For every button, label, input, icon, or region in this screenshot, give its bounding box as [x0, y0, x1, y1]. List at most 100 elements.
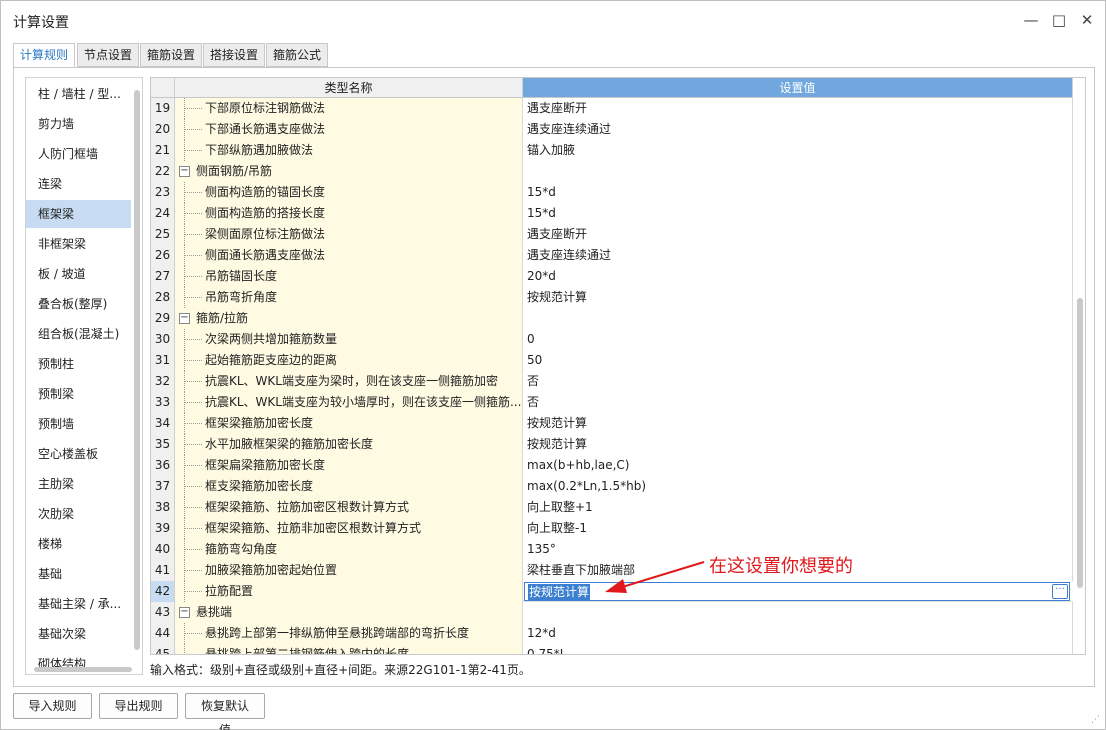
table-row[interactable]: 32 抗震KL、WKL端支座为梁时，则在该支座一侧箍筋加密 否 — [151, 371, 1073, 392]
sidebar-item[interactable]: 基础次梁 — [26, 620, 131, 648]
header-setting-value[interactable]: 设置值 — [523, 78, 1073, 98]
table-row[interactable]: 40 箍筋弯勾角度 135° — [151, 539, 1073, 560]
sidebar-item[interactable]: 预制柱 — [26, 350, 131, 378]
collapse-icon[interactable]: − — [179, 313, 190, 324]
row-setting-value[interactable] — [523, 602, 1073, 623]
table-row[interactable]: 42 拉筋配置 按规范计算 ··· — [151, 581, 1073, 602]
row-type-name[interactable]: 水平加腋框架梁的箍筋加密长度 — [175, 434, 523, 455]
row-type-name[interactable]: − 侧面钢筋/吊筋 — [175, 161, 523, 182]
sidebar-item[interactable]: 非框架梁 — [26, 230, 131, 258]
sidebar-item[interactable]: 预制墙 — [26, 410, 131, 438]
sidebar-item[interactable]: 连梁 — [26, 170, 131, 198]
row-setting-value[interactable]: 否 — [523, 371, 1073, 392]
tab-calc-rules[interactable]: 计算规则 — [13, 43, 76, 68]
table-row[interactable]: 34 框架梁箍筋加密长度 按规范计算 — [151, 413, 1073, 434]
row-type-name[interactable]: 悬挑跨上部第二排钢筋伸入跨内的长度 — [175, 644, 523, 654]
table-row[interactable]: 31 起始箍筋距支座边的距离 50 — [151, 350, 1073, 371]
tab-node-settings[interactable]: 节点设置 — [77, 43, 140, 67]
table-row[interactable]: 19 下部原位标注钢筋做法 遇支座断开 — [151, 98, 1073, 119]
row-type-name[interactable]: 框架梁箍筋、拉筋非加密区根数计算方式 — [175, 518, 523, 539]
row-type-name[interactable]: 框支梁箍筋加密长度 — [175, 476, 523, 497]
sidebar-item[interactable]: 基础 — [26, 560, 131, 588]
row-setting-value[interactable]: 按规范计算 — [523, 287, 1073, 308]
collapse-icon[interactable]: − — [179, 166, 190, 177]
row-type-name[interactable]: 框架梁箍筋、拉筋加密区根数计算方式 — [175, 497, 523, 518]
table-row[interactable]: 21 下部纵筋遇加腋做法 锚入加腋 — [151, 140, 1073, 161]
table-row[interactable]: 27 吊筋锚固长度 20*d — [151, 266, 1073, 287]
table-row[interactable]: 44 悬挑跨上部第一排纵筋伸至悬挑跨端部的弯折长度 12*d — [151, 623, 1073, 644]
table-row[interactable]: 28 吊筋弯折角度 按规范计算 — [151, 287, 1073, 308]
table-row[interactable]: 36 框架扁梁箍筋加密长度 max(b+hb,lae,C) — [151, 455, 1073, 476]
row-type-name[interactable]: 悬挑跨上部第一排纵筋伸至悬挑跨端部的弯折长度 — [175, 623, 523, 644]
row-type-name[interactable]: 梁侧面原位标注筋做法 — [175, 224, 523, 245]
row-type-name[interactable]: 抗震KL、WKL端支座为梁时，则在该支座一侧箍筋加密 — [175, 371, 523, 392]
minimize-icon[interactable]: — — [1019, 9, 1043, 31]
sidebar-item[interactable]: 叠合板(整厚) — [26, 290, 131, 318]
table-row[interactable]: 38 框架梁箍筋、拉筋加密区根数计算方式 向上取整+1 — [151, 497, 1073, 518]
group-row[interactable]: 22− 侧面钢筋/吊筋 — [151, 161, 1073, 182]
row-setting-value[interactable]: 按规范计算 — [523, 434, 1073, 455]
table-row[interactable]: 33 抗震KL、WKL端支座为较小墙厚时，则在该支座一侧箍筋... 否 — [151, 392, 1073, 413]
row-setting-value[interactable]: 遇支座连续通过 — [523, 245, 1073, 266]
row-setting-value[interactable]: max(b+hb,lae,C) — [523, 455, 1073, 476]
tab-lap-settings[interactable]: 搭接设置 — [203, 43, 266, 67]
row-setting-value[interactable]: 按规范计算 — [523, 413, 1073, 434]
table-row[interactable]: 20 下部通长筋遇支座做法 遇支座连续通过 — [151, 119, 1073, 140]
table-row[interactable]: 41 加腋梁箍筋加密起始位置 梁柱垂直下加腋端部 — [151, 560, 1073, 581]
sidebar-item[interactable]: 板 / 坡道 — [26, 260, 131, 288]
header-type-name[interactable]: 类型名称 — [175, 78, 523, 98]
row-setting-value[interactable]: 15*d — [523, 203, 1073, 224]
table-row[interactable]: 23 侧面构造筋的锚固长度 15*d — [151, 182, 1073, 203]
table-row[interactable]: 24 侧面构造筋的搭接长度 15*d — [151, 203, 1073, 224]
resize-grip-icon[interactable]: ⋰ — [1091, 715, 1101, 725]
sidebar-item[interactable]: 剪力墙 — [26, 110, 131, 138]
export-rules-button[interactable]: 导出规则 — [99, 693, 178, 719]
row-type-name[interactable]: 侧面构造筋的搭接长度 — [175, 203, 523, 224]
row-setting-value[interactable]: 0.75*L — [523, 644, 1073, 654]
sidebar-item[interactable]: 空心楼盖板 — [26, 440, 131, 468]
row-setting-value[interactable]: 遇支座断开 — [523, 98, 1073, 119]
row-type-name[interactable]: 侧面构造筋的锚固长度 — [175, 182, 523, 203]
table-row[interactable]: 35 水平加腋框架梁的箍筋加密长度 按规范计算 — [151, 434, 1073, 455]
sidebar-item[interactable]: 柱 / 墙柱 / 型... — [26, 80, 131, 108]
row-setting-value[interactable]: 50 — [523, 350, 1073, 371]
sidebar-item[interactable]: 组合板(混凝土) — [26, 320, 131, 348]
row-setting-value[interactable]: max(0.2*Ln,1.5*hb) — [523, 476, 1073, 497]
maximize-icon[interactable]: □ — [1047, 9, 1071, 31]
row-type-name[interactable]: 次梁两侧共增加箍筋数量 — [175, 329, 523, 350]
row-setting-value[interactable]: 0 — [523, 329, 1073, 350]
sidebar-hscrollbar[interactable] — [34, 667, 132, 672]
close-icon[interactable]: ✕ — [1075, 9, 1099, 31]
row-type-name[interactable]: 拉筋配置 — [175, 581, 523, 602]
table-row[interactable]: 25 梁侧面原位标注筋做法 遇支座断开 — [151, 224, 1073, 245]
row-setting-value[interactable]: 遇支座断开 — [523, 224, 1073, 245]
row-type-name[interactable]: − 悬挑端 — [175, 602, 523, 623]
sidebar-item[interactable]: 基础主梁 / 承... — [26, 590, 131, 618]
row-setting-value[interactable]: 锚入加腋 — [523, 140, 1073, 161]
row-setting-value[interactable]: 12*d — [523, 623, 1073, 644]
sidebar-scrollbar[interactable] — [134, 90, 140, 650]
row-type-name[interactable]: 侧面通长筋遇支座做法 — [175, 245, 523, 266]
import-rules-button[interactable]: 导入规则 — [13, 693, 92, 719]
row-type-name[interactable]: 起始箍筋距支座边的距离 — [175, 350, 523, 371]
row-type-name[interactable]: 加腋梁箍筋加密起始位置 — [175, 560, 523, 581]
row-setting-value[interactable]: 向上取整-1 — [523, 518, 1073, 539]
sidebar-item[interactable]: 主肋梁 — [26, 470, 131, 498]
row-type-name[interactable]: 吊筋弯折角度 — [175, 287, 523, 308]
tab-stirrup-formula[interactable]: 箍筋公式 — [266, 43, 329, 67]
value-editor[interactable]: 按规范计算 ··· — [524, 582, 1070, 601]
row-setting-value[interactable]: 遇支座连续通过 — [523, 119, 1073, 140]
sidebar-item[interactable]: 预制梁 — [26, 380, 131, 408]
row-type-name[interactable]: 箍筋弯勾角度 — [175, 539, 523, 560]
row-setting-value[interactable]: 20*d — [523, 266, 1073, 287]
table-row[interactable]: 45 悬挑跨上部第二排钢筋伸入跨内的长度 0.75*L — [151, 644, 1073, 654]
row-type-name[interactable]: 吊筋锚固长度 — [175, 266, 523, 287]
table-row[interactable]: 26 侧面通长筋遇支座做法 遇支座连续通过 — [151, 245, 1073, 266]
collapse-icon[interactable]: − — [179, 607, 190, 618]
sidebar-item[interactable]: 框架梁 — [26, 200, 131, 228]
row-type-name[interactable]: 下部原位标注钢筋做法 — [175, 98, 523, 119]
row-setting-value[interactable]: 否 — [523, 392, 1073, 413]
table-row[interactable]: 37 框支梁箍筋加密长度 max(0.2*Ln,1.5*hb) — [151, 476, 1073, 497]
row-type-name[interactable]: 抗震KL、WKL端支座为较小墙厚时，则在该支座一侧箍筋... — [175, 392, 523, 413]
table-row[interactable]: 39 框架梁箍筋、拉筋非加密区根数计算方式 向上取整-1 — [151, 518, 1073, 539]
